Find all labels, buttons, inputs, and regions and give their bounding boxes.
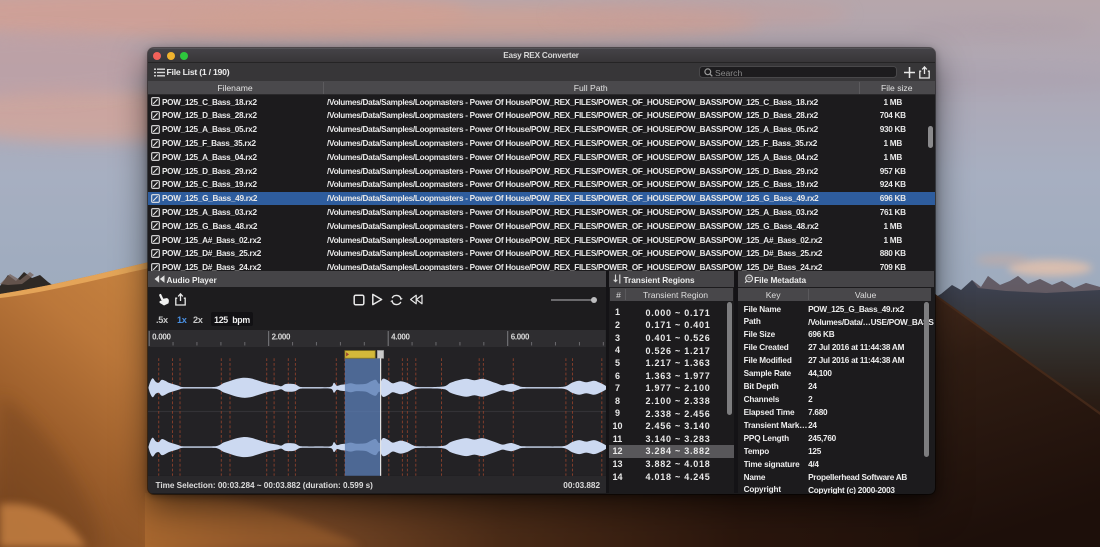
svg-text:4.000: 4.000 [391,333,410,342]
svg-text:0.000: 0.000 [152,333,171,342]
svg-text:6.000: 6.000 [510,333,529,342]
svg-text:2.000: 2.000 [271,333,290,342]
